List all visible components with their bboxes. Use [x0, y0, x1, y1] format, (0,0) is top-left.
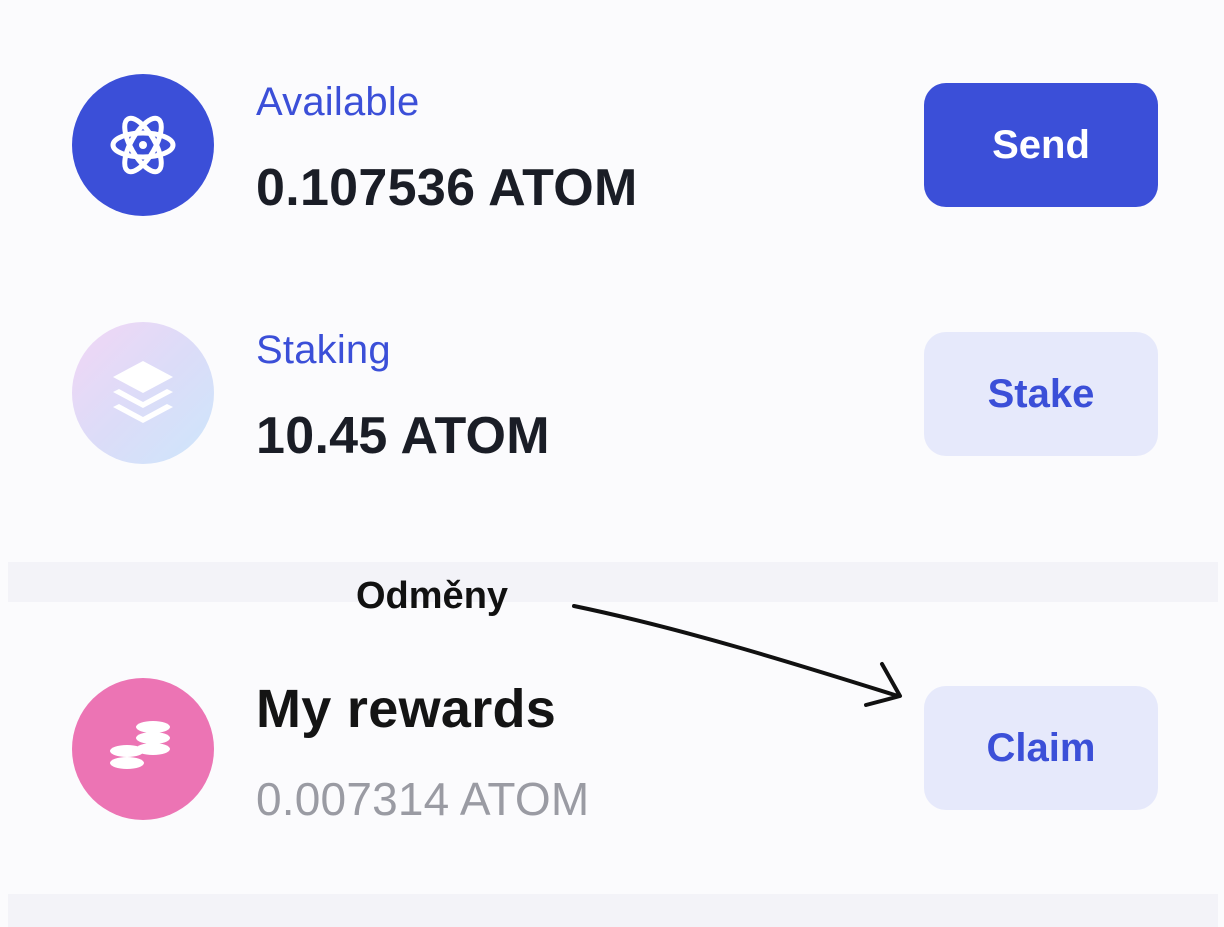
- send-button[interactable]: Send: [924, 83, 1158, 207]
- available-amount: 0.107536 ATOM: [256, 159, 638, 217]
- coins-icon: [72, 678, 214, 820]
- annotation-label: Odměny: [356, 575, 509, 617]
- rewards-card: My rewards 0.007314 ATOM Claim: [8, 602, 1218, 894]
- available-label: Available: [256, 80, 420, 124]
- claim-button[interactable]: Claim: [924, 686, 1158, 810]
- rewards-title: My rewards: [256, 679, 557, 739]
- rewards-amount: 0.007314 ATOM: [256, 773, 590, 825]
- staking-amount: 10.45 ATOM: [256, 407, 550, 465]
- wallet-balances-screen: Available 0.107536 ATOM Send Staking 10.…: [0, 0, 1224, 927]
- layers-icon: [72, 322, 214, 464]
- atom-icon: [72, 74, 214, 216]
- staking-label: Staking: [256, 328, 391, 372]
- stake-button[interactable]: Stake: [924, 332, 1158, 456]
- balances-card: Available 0.107536 ATOM Send Staking 10.…: [8, 0, 1218, 562]
- section-divider: [8, 562, 1218, 602]
- staking-row: Staking 10.45 ATOM Stake: [8, 270, 1218, 562]
- bottom-divider: [8, 894, 1218, 927]
- available-row: Available 0.107536 ATOM Send: [8, 0, 1218, 270]
- rewards-row: My rewards 0.007314 ATOM Claim: [8, 602, 1218, 894]
